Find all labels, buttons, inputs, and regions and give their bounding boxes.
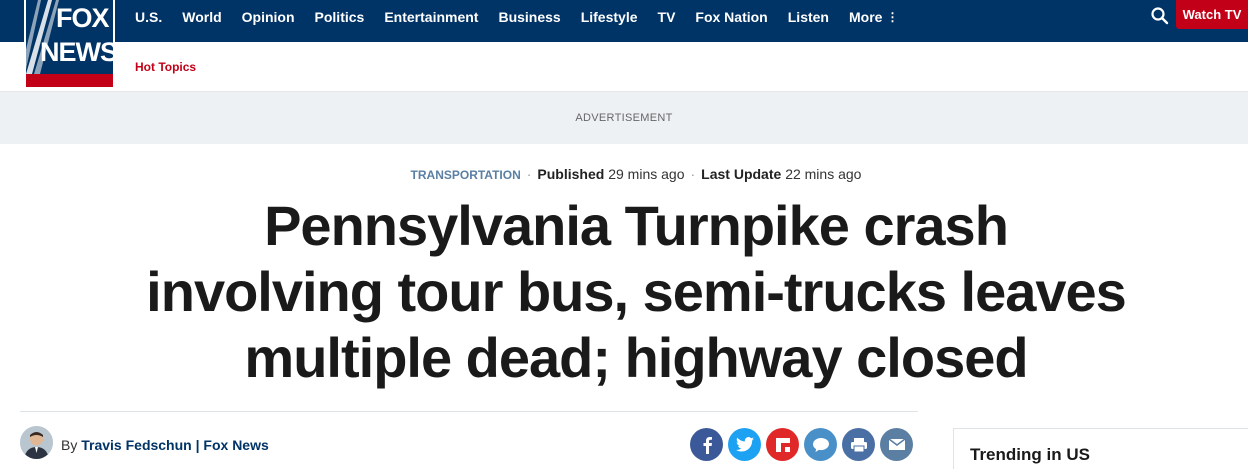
headline-line-1: Pennsylvania Turnpike crash	[264, 194, 1009, 257]
trending-title: Trending in US	[970, 445, 1090, 464]
logo-box: FOX NEWS	[26, 0, 113, 74]
outlet-link[interactable]: Fox News	[203, 437, 268, 453]
nav-item-business[interactable]: Business	[498, 9, 560, 25]
nav-more-label: More	[848, 9, 883, 25]
search-icon[interactable]	[1150, 6, 1170, 26]
email-share-button[interactable]	[880, 428, 913, 461]
nav-item-opinion[interactable]: Opinion	[242, 9, 295, 25]
headline-line-3: multiple dead; highway closed	[244, 326, 1028, 389]
logo-fox-text: FOX	[56, 3, 110, 33]
published-time: 29 mins ago	[608, 166, 685, 182]
more-dots-icon: ⋮	[886, 10, 899, 24]
watch-tv-button[interactable]: Watch TV	[1176, 0, 1248, 29]
flipboard-share-button[interactable]	[766, 428, 799, 461]
flipboard-icon	[775, 437, 790, 452]
meta-separator: ·	[690, 166, 696, 182]
logo-red-bar	[26, 74, 113, 87]
article-meta: TRANSPORTATION · Published 29 mins ago · Las…	[0, 166, 1248, 182]
nav-item-lifestyle[interactable]: Lifestyle	[581, 9, 638, 25]
print-share-button[interactable]	[842, 428, 875, 461]
fox-news-logo[interactable]: FOX NEWS	[24, 0, 115, 87]
twitter-icon	[735, 437, 754, 452]
advertisement-banner: ADVERTISEMENT	[0, 92, 1248, 144]
main-nav: U.S. World Opinion Politics Entertainmen…	[135, 0, 918, 34]
nav-item-us[interactable]: U.S.	[135, 9, 162, 25]
nav-item-listen[interactable]: Listen	[788, 9, 829, 25]
comments-icon	[812, 437, 829, 452]
twitter-share-button[interactable]	[728, 428, 761, 461]
published-label: Published	[537, 166, 605, 182]
nav-item-entertainment[interactable]: Entertainment	[384, 9, 478, 25]
advertisement-label: ADVERTISEMENT	[575, 112, 673, 124]
updated-label: Last Update	[701, 166, 782, 182]
byline-separator: |	[195, 437, 200, 453]
updated-time: 22 mins ago	[785, 166, 862, 182]
nav-item-fox-nation[interactable]: Fox Nation	[695, 9, 767, 25]
nav-item-tv[interactable]: TV	[658, 9, 676, 25]
email-icon	[888, 438, 905, 450]
share-buttons	[690, 428, 918, 461]
nav-item-politics[interactable]: Politics	[315, 9, 365, 25]
headline-line-2: involving tour bus, semi-trucks leaves	[146, 260, 1127, 323]
byline: By Travis Fedschun | Fox News	[61, 437, 269, 453]
facebook-icon	[703, 436, 712, 454]
byline-prefix: By	[61, 437, 78, 453]
nav-more-button[interactable]: More ⋮	[849, 9, 898, 25]
facebook-share-button[interactable]	[690, 428, 723, 461]
article-headline: Pennsylvania Turnpike crash involving to…	[100, 193, 1172, 391]
author-link[interactable]: Travis Fedschun	[81, 437, 191, 453]
nav-item-world[interactable]: World	[182, 9, 221, 25]
meta-separator: ·	[526, 166, 532, 182]
comments-share-button[interactable]	[804, 428, 837, 461]
article-category-link[interactable]: TRANSPORTATION	[411, 168, 521, 182]
headline-divider	[20, 411, 918, 412]
hot-topics-link[interactable]: Hot Topics	[135, 60, 196, 74]
author-avatar[interactable]	[20, 426, 53, 459]
logo-news-text: NEWS	[40, 37, 113, 67]
print-icon	[850, 437, 867, 452]
